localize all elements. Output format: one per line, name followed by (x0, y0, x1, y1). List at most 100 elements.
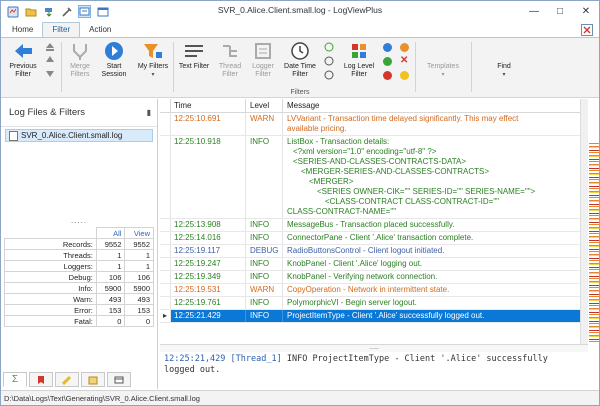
log-level-filter-button[interactable]: Log Level Filter (339, 41, 379, 79)
time-minus-icon[interactable] (324, 70, 334, 80)
column-header-level[interactable]: Level (246, 99, 283, 112)
column-header-message[interactable]: Message (283, 99, 580, 112)
log-level-icon (352, 44, 366, 58)
red-filter-icon[interactable] (383, 71, 392, 80)
log-files-panel: Log Files & Filters ▮ SVR_0.Alice.Client… (1, 99, 158, 389)
log-row[interactable]: 12:25:19.247 INFO KnobPanel - Client '.A… (160, 258, 580, 271)
row-marker (160, 245, 171, 257)
merge-icon (73, 44, 87, 60)
stat-view: 1 (124, 260, 154, 272)
close-file-icon[interactable] (581, 24, 593, 36)
grid-header: Time Level Message (160, 99, 580, 113)
previous-filter-label: Previous Filter (9, 63, 37, 78)
ribbon: Previous Filter Merge Filters Start Sess… (1, 37, 599, 98)
stat-view: 106 (124, 271, 154, 283)
play-icon (105, 42, 123, 60)
app-icon (6, 5, 19, 18)
start-session-button[interactable]: Start Session (98, 41, 130, 79)
orange-filter-icon[interactable] (400, 43, 409, 52)
stat-view: 1 (124, 249, 154, 261)
my-filters-button[interactable]: My Filters ▾ (133, 41, 173, 79)
tools-icon[interactable] (60, 5, 73, 18)
stat-view: 5900 (124, 282, 154, 294)
columns-icon[interactable] (107, 372, 131, 387)
save-icon[interactable] (42, 5, 55, 18)
log-row[interactable]: 12:25:10.691 WARN LVVariant - Transactio… (160, 113, 580, 136)
merge-filters-button[interactable]: Merge Filters (64, 41, 96, 79)
bookmark-icon[interactable] (29, 372, 53, 387)
maximize-icon[interactable]: □ (547, 1, 573, 21)
row-marker (160, 232, 171, 244)
notes-icon[interactable] (81, 372, 105, 387)
logger-filter-button[interactable]: Logger Filter (247, 41, 279, 79)
log-row[interactable]: 12:25:14.016 INFO ConnectorPane - Client… (160, 232, 580, 245)
status-bar: D:\Data\Logs\Text\Generating\SVR_0.Alice… (1, 390, 599, 405)
red-x-filter-icon[interactable]: ✕ (400, 56, 409, 66)
stats-header-view[interactable]: View (124, 227, 154, 239)
highlight-icon[interactable] (55, 372, 79, 387)
log-row[interactable]: 12:25:19.531 WARN CopyOperation - Networ… (160, 284, 580, 297)
stat-all: 493 (95, 293, 126, 305)
logger-filter-label: Logger Filter (252, 63, 274, 78)
minimize-icon[interactable]: — (521, 1, 547, 21)
log-row[interactable]: 12:25:19.349 INFO KnobPanel - Verifying … (160, 271, 580, 284)
log-row[interactable]: 12:25:10.918 INFO ListBox - Transaction … (160, 136, 580, 219)
log-time: 12:25:19.761 (171, 297, 246, 309)
row-pointer-icon: ▸ (160, 310, 171, 322)
find-button[interactable]: Find ▾ (489, 41, 519, 79)
column-header-time[interactable]: Time (171, 99, 246, 112)
blue-filter-icon[interactable] (383, 43, 392, 52)
tab-home[interactable]: Home (3, 23, 42, 38)
detail-splitter[interactable]: ..... (160, 344, 588, 352)
down-filter-icon[interactable] (45, 68, 55, 78)
text-filter-button[interactable]: Text Filter (175, 41, 213, 71)
time-range-icon[interactable] (324, 42, 334, 52)
color-filters: ✕ (383, 43, 414, 80)
panel-splitter[interactable]: ..... (1, 216, 157, 225)
window-layout-icon[interactable] (96, 5, 109, 18)
stats-row: Fatal: 0 0 (4, 315, 154, 327)
stats-header-all[interactable]: All (95, 227, 126, 239)
file-tree-item[interactable]: SVR_0.Alice.Client.small.log (5, 129, 153, 142)
ribbon-separator (471, 42, 472, 92)
start-session-label: Start Session (101, 63, 127, 78)
templates-label: Templates (427, 63, 459, 70)
find-icon-placeholder (489, 41, 519, 63)
open-file-icon[interactable] (24, 5, 37, 18)
tab-action[interactable]: Action (80, 23, 120, 38)
log-time: 12:25:10.918 (171, 136, 246, 218)
sigma-icon[interactable]: Σ (3, 372, 27, 387)
time-plus-icon[interactable] (324, 56, 334, 66)
merge-filters-label: Merge Filters (70, 63, 90, 78)
stat-all: 9552 (95, 238, 126, 250)
log-message: ListBox - Transaction details: <?xml ver… (283, 136, 580, 218)
first-filter-icon[interactable] (45, 42, 55, 52)
log-row[interactable]: 12:25:13.908 INFO MessageBus - Transacti… (160, 219, 580, 232)
log-row-selected[interactable]: ▸ 12:25:21.429 INFO ProjectItemType - Cl… (160, 310, 580, 323)
date-time-filter-button[interactable]: Date Time Filter (281, 41, 319, 79)
thread-filter-label: Thread Filter (218, 63, 242, 78)
green-filter-icon[interactable] (383, 57, 392, 66)
templates-button[interactable]: Templates ▾ (421, 41, 465, 79)
date-time-filter-label: Date Time Filter (284, 63, 316, 78)
stat-label: Info: (4, 282, 97, 294)
log-time: 12:25:10.691 (171, 113, 246, 135)
log-row[interactable]: 12:25:19.761 INFO PolymorphicVI - Begin … (160, 297, 580, 310)
log-time: 12:25:19.349 (171, 271, 246, 283)
arrow-left-icon (15, 44, 32, 58)
stat-label: Loggers: (4, 260, 97, 272)
stat-label: Fatal: (4, 315, 97, 327)
close-icon[interactable]: ✕ (573, 1, 599, 21)
log-row[interactable]: 12:25:19.117 DEBUG RadioButtonsControl -… (160, 245, 580, 258)
up-filter-icon[interactable] (45, 55, 55, 65)
grid-vertical-scrollbar[interactable] (580, 99, 588, 344)
log-message: MessageBus - Transaction placed successf… (287, 220, 455, 229)
screenshot-icon[interactable] (78, 5, 91, 18)
thread-filter-button[interactable]: Thread Filter (215, 41, 245, 79)
log-level: INFO (246, 258, 283, 270)
previous-filter-button[interactable]: Previous Filter (5, 41, 41, 79)
tab-filter[interactable]: Filter (42, 22, 81, 38)
yellow-filter-icon[interactable] (400, 71, 409, 80)
navigation-stack (45, 42, 55, 78)
pin-icon[interactable]: ▮ (147, 108, 151, 117)
